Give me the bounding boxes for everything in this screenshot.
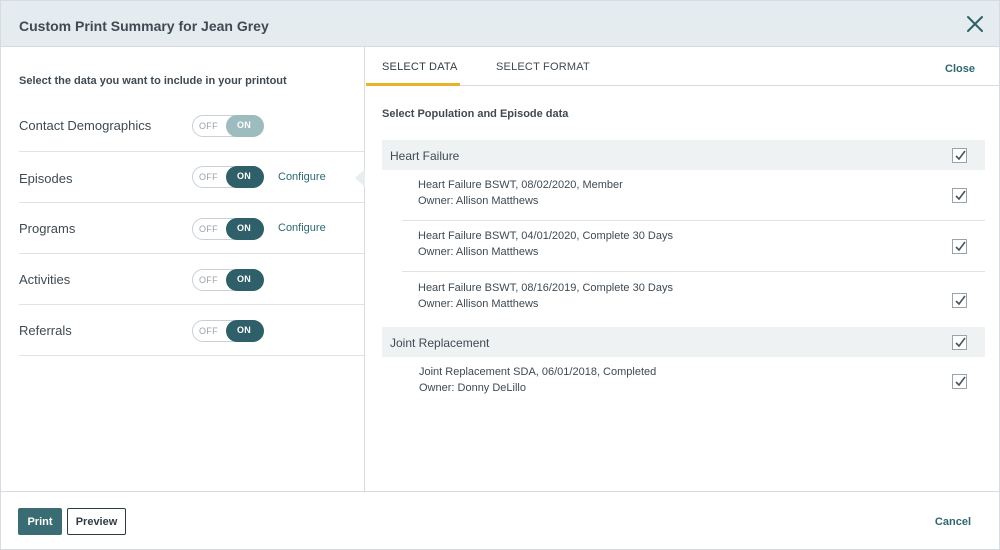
row-label: Episodes xyxy=(19,171,73,186)
toggle-on-label: ON xyxy=(237,120,252,130)
dialog-header: Custom Print Summary for Jean Grey xyxy=(1,1,999,47)
toggle-off-label: OFF xyxy=(199,121,218,131)
row-activities: Activities OFF ON xyxy=(1,254,364,305)
checkmark-icon xyxy=(955,295,966,306)
episode-owner: Owner: Allison Matthews xyxy=(418,246,539,258)
row-programs: Programs OFF ON Configure xyxy=(1,203,364,254)
toggle-on-label: ON xyxy=(237,325,252,335)
instructions-text: Select the data you want to include in y… xyxy=(19,75,287,87)
episode-checkbox[interactable] xyxy=(952,293,967,308)
episode-title: Heart Failure BSWT, 08/16/2019, Complete… xyxy=(418,282,673,294)
print-button[interactable]: Print xyxy=(18,508,62,535)
checkmark-icon xyxy=(955,150,966,161)
checkmark-icon xyxy=(955,337,966,348)
episode-item: Joint Replacement SDA, 06/01/2018, Compl… xyxy=(382,357,985,408)
toggle-on-pill: ON xyxy=(226,320,264,342)
group-label: Heart Failure xyxy=(390,149,460,163)
episode-item: Heart Failure BSWT, 04/01/2020, Complete… xyxy=(382,221,985,272)
data-selection-panel: Select the data you want to include in y… xyxy=(1,47,365,491)
programs-configure-link[interactable]: Configure xyxy=(278,222,326,234)
preview-button[interactable]: Preview xyxy=(67,508,126,535)
episode-item: Heart Failure BSWT, 08/16/2019, Complete… xyxy=(382,273,985,324)
episode-owner: Owner: Allison Matthews xyxy=(418,195,539,207)
row-referrals: Referrals OFF ON xyxy=(1,305,364,356)
group-joint-replacement-checkbox[interactable] xyxy=(952,335,967,350)
close-icon[interactable] xyxy=(963,12,987,36)
referrals-toggle[interactable]: OFF ON xyxy=(192,320,264,342)
row-contact-demographics: Contact Demographics OFF ON xyxy=(1,101,364,152)
episode-title: Heart Failure BSWT, 04/01/2020, Complete… xyxy=(418,230,673,242)
toggle-off-label: OFF xyxy=(199,224,218,234)
programs-toggle[interactable]: OFF ON xyxy=(192,218,264,240)
tab-select-format[interactable]: SELECT FORMAT xyxy=(496,61,590,73)
section-title: Select Population and Episode data xyxy=(382,108,569,120)
episode-owner: Owner: Allison Matthews xyxy=(418,298,539,310)
toggle-on-label: ON xyxy=(237,171,252,181)
toggle-on-pill: ON xyxy=(226,166,264,188)
episode-data-panel: SELECT DATA SELECT FORMAT Close Select P… xyxy=(366,47,999,491)
toggle-on-pill: ON xyxy=(226,218,264,240)
group-heart-failure-checkbox[interactable] xyxy=(952,148,967,163)
close-link[interactable]: Close xyxy=(945,63,975,75)
toggle-off-label: OFF xyxy=(199,172,218,182)
checkmark-icon xyxy=(955,241,966,252)
dialog-title: Custom Print Summary for Jean Grey xyxy=(19,18,269,34)
toggle-on-label: ON xyxy=(237,274,252,284)
toggle-on-pill: ON xyxy=(226,269,264,291)
episode-title: Joint Replacement SDA, 06/01/2018, Compl… xyxy=(419,366,657,378)
episode-title: Heart Failure BSWT, 08/02/2020, Member xyxy=(418,179,623,191)
toggle-off-label: OFF xyxy=(199,326,218,336)
activities-toggle[interactable]: OFF ON xyxy=(192,269,264,291)
toggle-on-pill: ON xyxy=(226,115,264,137)
episodes-configure-link[interactable]: Configure xyxy=(278,171,326,183)
group-label: Joint Replacement xyxy=(390,336,490,350)
cancel-link[interactable]: Cancel xyxy=(935,516,971,528)
checkmark-icon xyxy=(955,190,966,201)
row-label: Contact Demographics xyxy=(19,118,152,133)
tab-bar: SELECT DATA SELECT FORMAT Close xyxy=(366,47,999,86)
contact-demographics-toggle[interactable]: OFF ON xyxy=(192,115,264,137)
row-label: Activities xyxy=(19,272,71,287)
group-heart-failure: Heart Failure xyxy=(382,140,985,170)
row-episodes: Episodes OFF ON Configure xyxy=(1,152,364,203)
dialog-footer: Print Preview Cancel xyxy=(1,491,999,549)
episode-owner: Owner: Donny DeLillo xyxy=(419,382,526,394)
active-row-pointer xyxy=(355,169,365,187)
episodes-toggle[interactable]: OFF ON xyxy=(192,166,264,188)
item-divider xyxy=(402,271,985,272)
print-summary-dialog: Custom Print Summary for Jean Grey Selec… xyxy=(0,0,1000,550)
episode-item: Heart Failure BSWT, 08/02/2020, Member O… xyxy=(382,170,985,221)
checkmark-icon xyxy=(955,376,966,387)
episode-checkbox[interactable] xyxy=(952,374,967,389)
active-tab-indicator xyxy=(366,83,460,86)
toggle-off-label: OFF xyxy=(199,275,218,285)
group-joint-replacement: Joint Replacement xyxy=(382,327,985,357)
row-label: Programs xyxy=(19,221,76,236)
toggle-on-label: ON xyxy=(237,223,252,233)
tab-select-data[interactable]: SELECT DATA xyxy=(382,61,458,73)
episode-checkbox[interactable] xyxy=(952,188,967,203)
row-divider xyxy=(19,355,364,356)
row-label: Referrals xyxy=(19,323,72,338)
episode-checkbox[interactable] xyxy=(952,239,967,254)
